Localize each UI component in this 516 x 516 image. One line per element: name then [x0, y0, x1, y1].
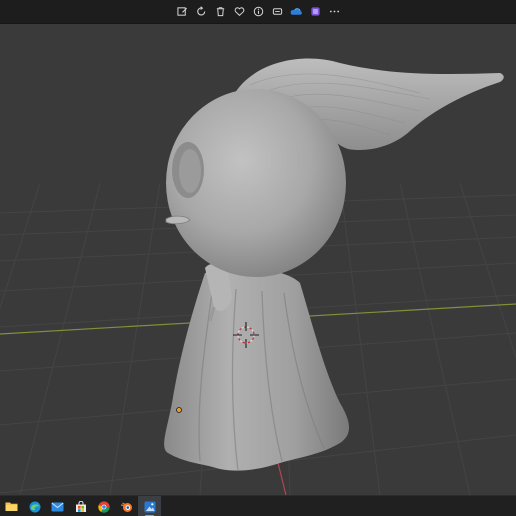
more-options-button[interactable] [325, 2, 344, 21]
body-skirt [164, 268, 349, 471]
taskbar-app-edge[interactable] [23, 496, 46, 516]
clipchamp-button[interactable] [306, 2, 325, 21]
edge-icon [29, 501, 40, 512]
info-button[interactable] [249, 2, 268, 21]
onedrive-icon [290, 8, 302, 15]
taskbar [0, 495, 516, 516]
taskbar-app-chrome[interactable] [92, 496, 115, 516]
taskbar-app-blender[interactable] [115, 496, 138, 516]
rotate-button[interactable] [192, 2, 211, 21]
taskbar-app-mail[interactable] [46, 496, 69, 516]
taskbar-app-photos[interactable] [138, 496, 161, 516]
taskbar-app-file-explorer[interactable] [0, 496, 23, 516]
delete-icon [216, 7, 224, 17]
edit-image-button[interactable] [173, 2, 192, 21]
mail-icon [51, 502, 64, 511]
photos-app-icon [144, 501, 155, 512]
favorite-button[interactable] [230, 2, 249, 21]
blender-icon [120, 501, 132, 512]
edit-image-icon [176, 7, 187, 16]
store-icon [75, 500, 86, 512]
screen [0, 0, 516, 516]
object-origin[interactable] [176, 407, 182, 413]
info-icon [253, 6, 263, 17]
rotate-icon [196, 6, 205, 16]
viewport-scene [0, 58, 516, 495]
more-options-icon [329, 10, 339, 13]
clipchamp-icon [310, 7, 320, 16]
share-icon [272, 8, 282, 15]
file-explorer-icon [5, 502, 18, 511]
taskbar-app-store[interactable] [69, 496, 92, 516]
onedrive-button[interactable] [287, 2, 306, 21]
chrome-icon [97, 500, 110, 513]
share-button[interactable] [268, 2, 287, 21]
delete-button[interactable] [211, 2, 230, 21]
favorite-icon [234, 7, 244, 17]
photo-toolbar [0, 0, 516, 24]
blender-viewport[interactable] [0, 23, 516, 495]
